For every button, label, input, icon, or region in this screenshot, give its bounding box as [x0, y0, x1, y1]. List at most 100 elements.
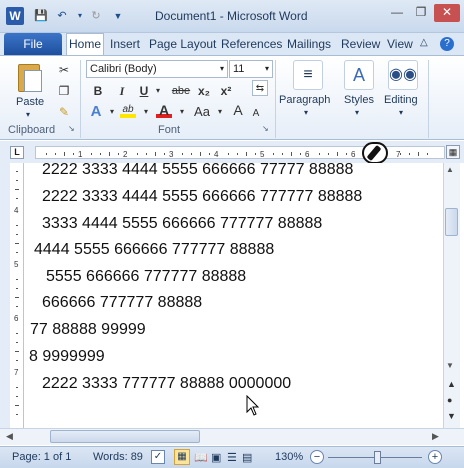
word-logo-icon[interactable]: W: [6, 7, 24, 25]
format-painter-icon[interactable]: ✎: [56, 104, 72, 120]
tab-file[interactable]: File: [4, 33, 62, 55]
styles-icon[interactable]: A: [344, 60, 374, 90]
word-count[interactable]: Words: 89: [93, 451, 143, 463]
font-launcher-icon[interactable]: ↘: [262, 124, 269, 133]
vertical-scroll-thumb[interactable]: [445, 208, 458, 236]
clipboard-launcher-icon[interactable]: ↘: [68, 124, 75, 133]
view-ruler-icon[interactable]: ▦: [446, 145, 460, 159]
zoom-level[interactable]: 130%: [275, 451, 303, 463]
svg-text:7: 7: [14, 368, 19, 377]
svg-text:3: 3: [169, 150, 174, 159]
font-size-field[interactable]: 11 ▾: [229, 60, 273, 78]
document-line: 77 88888 99999: [30, 321, 146, 338]
font-family-field[interactable]: Calibri (Body) ▾: [86, 60, 228, 78]
svg-text:6: 6: [351, 150, 356, 159]
svg-text:1: 1: [78, 150, 83, 159]
font-size-dropdown-icon[interactable]: ▾: [265, 61, 269, 77]
vertical-ruler[interactable]: 4 5 6 7: [10, 163, 24, 428]
minimize-icon[interactable]: —: [386, 4, 408, 22]
tab-view[interactable]: View: [387, 37, 413, 51]
mouse-cursor-icon: [246, 395, 260, 416]
tab-references[interactable]: References: [221, 37, 282, 51]
tab-selector-icon[interactable]: L: [10, 146, 24, 159]
save-icon[interactable]: 💾: [33, 8, 49, 24]
paste-button[interactable]: Paste: [16, 96, 44, 108]
shrink-font-button[interactable]: A: [248, 106, 264, 122]
text-effects-icon[interactable]: A: [88, 104, 104, 120]
svg-text:6: 6: [305, 150, 310, 159]
window-title: Document1 - Microsoft Word: [155, 9, 308, 23]
change-case-dropdown-icon[interactable]: ▾: [212, 104, 228, 120]
paragraph-button[interactable]: Paragraph: [279, 94, 330, 106]
styles-dropdown-icon[interactable]: ▾: [355, 108, 359, 117]
restore-icon[interactable]: ❐: [410, 4, 432, 22]
bold-button[interactable]: B: [90, 83, 106, 99]
horizontal-scroll-thumb[interactable]: [50, 430, 200, 443]
highlight-icon[interactable]: ab: [120, 102, 136, 118]
minimize-ribbon-icon[interactable]: △: [420, 37, 428, 48]
zoom-pointer-icon: [362, 142, 388, 164]
svg-text:6: 6: [14, 314, 19, 323]
cut-icon[interactable]: ✂: [56, 62, 72, 78]
document-area[interactable]: 2222 3333 4444 5555 666666 77777 88888 2…: [24, 163, 443, 428]
tab-insert[interactable]: Insert: [110, 37, 140, 51]
svg-text:2: 2: [123, 150, 128, 159]
underline-dropdown-icon[interactable]: ▾: [150, 83, 166, 99]
redo-icon[interactable]: ↻: [88, 8, 104, 24]
next-page-icon[interactable]: ▼: [447, 411, 456, 421]
paragraph-dropdown-icon[interactable]: ▾: [304, 108, 308, 117]
strikethrough-button[interactable]: abe: [170, 83, 192, 99]
font-family-dropdown-icon[interactable]: ▾: [220, 61, 224, 77]
zoom-out-icon[interactable]: −: [310, 450, 324, 464]
page-count[interactable]: Page: 1 of 1: [12, 451, 71, 463]
editing-dropdown-icon[interactable]: ▾: [399, 108, 403, 117]
previous-page-icon[interactable]: ▲: [447, 379, 456, 389]
proofing-icon[interactable]: ✓: [151, 450, 165, 464]
vertical-scrollbar[interactable]: ▲ ▼ ▲ ● ▼: [443, 163, 460, 428]
web-layout-icon[interactable]: ▣: [211, 451, 221, 464]
tab-page-layout[interactable]: Page Layout: [149, 37, 216, 51]
highlight-dropdown-icon[interactable]: ▾: [138, 104, 154, 120]
scroll-down-icon[interactable]: ▼: [446, 361, 454, 370]
browse-object-icon[interactable]: ●: [447, 395, 452, 405]
zoom-in-icon[interactable]: +: [428, 450, 442, 464]
tab-home[interactable]: Home: [66, 33, 104, 56]
font-color-icon[interactable]: A: [156, 102, 172, 118]
outline-icon[interactable]: ☰: [227, 451, 237, 464]
grow-font-button[interactable]: A: [230, 102, 246, 118]
paste-dropdown-icon[interactable]: ▾: [26, 110, 30, 119]
help-icon[interactable]: ?: [440, 37, 454, 51]
ruler-bar: L 123 456 6 7 ▦: [0, 141, 464, 164]
svg-text:5: 5: [260, 150, 265, 159]
undo-icon[interactable]: ↶: [54, 8, 70, 24]
styles-button[interactable]: Styles: [344, 94, 374, 106]
font-color-dropdown-icon[interactable]: ▾: [174, 104, 190, 120]
scroll-left-icon[interactable]: ◀: [6, 431, 13, 442]
undo-dropdown-icon[interactable]: ▾: [72, 8, 88, 24]
print-layout-icon[interactable]: ▦: [174, 449, 190, 465]
zoom-slider-thumb[interactable]: [374, 451, 381, 464]
draft-icon[interactable]: ▤: [242, 451, 252, 464]
paste-icon[interactable]: [14, 62, 48, 96]
customize-toolbar-icon[interactable]: ▼: [110, 8, 126, 24]
binoculars-icon[interactable]: ◉◉: [388, 60, 418, 90]
subscript-button[interactable]: x₂: [196, 83, 212, 99]
text-effects-dropdown-icon[interactable]: ▾: [104, 104, 120, 120]
close-icon[interactable]: ✕: [434, 4, 460, 22]
document-line: 8 9999999: [29, 348, 105, 365]
clear-formatting-icon[interactable]: ⇆: [252, 80, 268, 96]
editing-button[interactable]: Editing: [384, 94, 418, 106]
scroll-right-icon[interactable]: ▶: [432, 431, 439, 442]
scroll-up-icon[interactable]: ▲: [446, 165, 454, 174]
font-group-label: Font: [158, 124, 181, 136]
superscript-button[interactable]: x²: [218, 83, 234, 99]
title-bar: W 💾 ↶ ▾ ↻ ▼ Document1 - Microsoft Word —…: [0, 0, 464, 33]
copy-icon[interactable]: ❐: [56, 83, 72, 99]
tab-mailings[interactable]: Mailings: [287, 37, 331, 51]
paragraph-icon[interactable]: ≡: [293, 60, 323, 90]
full-screen-reading-icon[interactable]: 📖: [194, 451, 208, 464]
italic-button[interactable]: I: [114, 83, 130, 99]
divider: [428, 60, 429, 138]
tab-review[interactable]: Review: [341, 37, 380, 51]
change-case-button[interactable]: Aa: [190, 104, 214, 120]
